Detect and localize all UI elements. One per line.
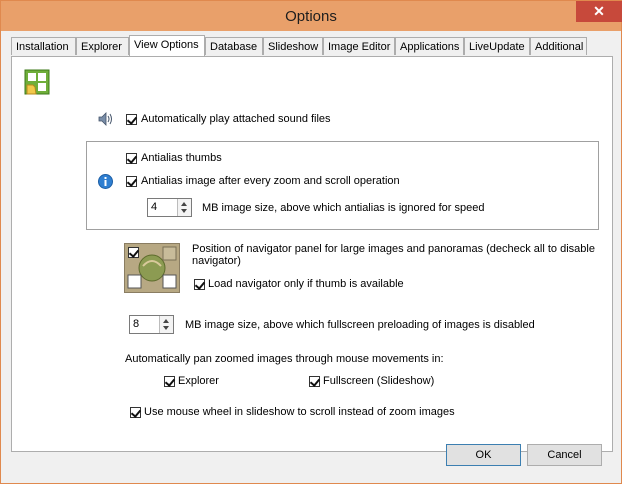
tab-database[interactable]: Database [205,37,263,55]
auto-pan-heading: Automatically pan zoomed images through … [125,353,444,365]
info-icon [98,174,113,189]
tab-slideshow[interactable]: Slideshow [263,37,323,55]
navigator-thumb-only-label: Load navigator only if thumb is availabl… [208,278,404,290]
spin-down-icon[interactable] [163,326,169,330]
tab-view-options[interactable]: View Options [129,35,205,56]
pan-fullscreen-label: Fullscreen (Slideshow) [323,375,435,387]
tab-installation[interactable]: Installation [11,37,76,55]
navigator-top-left-checkbox[interactable] [128,247,139,258]
mouse-wheel-checkbox[interactable] [130,407,141,418]
antialias-size-arrows[interactable] [177,199,191,216]
dialog-client-area: Installation Explorer View Options Datab… [8,31,615,477]
tab-explorer[interactable]: Explorer [76,37,129,55]
preload-size-arrows[interactable] [159,316,173,333]
antialias-zoom-checkbox[interactable] [126,176,137,187]
pan-explorer-label: Explorer [178,375,219,387]
antialias-thumbs-label: Antialias thumbs [141,152,222,164]
spin-down-icon[interactable] [181,209,187,213]
view-options-page-icon [24,69,50,95]
spin-up-icon[interactable] [163,319,169,323]
title-bar[interactable]: Options ✕ [1,1,622,31]
navigator-thumb-only-checkbox[interactable] [194,279,205,290]
navigator-position-image [124,243,180,293]
tab-additional[interactable]: Additional [530,37,587,55]
auto-play-sound-checkbox[interactable] [126,114,137,125]
preload-size-label: MB image size, above which fullscreen pr… [185,319,535,331]
window-title: Options [285,8,337,25]
auto-play-sound-label: Automatically play attached sound files [141,113,331,125]
tab-liveupdate[interactable]: LiveUpdate [464,37,530,55]
antialias-size-spinner[interactable]: 4 [147,198,192,217]
options-window: Options ✕ Installation Explorer View Opt… [0,0,622,484]
close-button[interactable]: ✕ [576,1,622,22]
antialias-size-label: MB image size, above which antialias is … [202,202,485,214]
pan-fullscreen-checkbox[interactable] [309,376,320,387]
tab-image-editor[interactable]: Image Editor [323,37,395,55]
speaker-icon [98,112,114,126]
antialias-zoom-label: Antialias image after every zoom and scr… [141,175,400,187]
mouse-wheel-label: Use mouse wheel in slideshow to scroll i… [144,406,455,418]
antialias-size-value: 4 [151,201,158,213]
pan-explorer-checkbox[interactable] [164,376,175,387]
ok-button[interactable]: OK [446,444,521,466]
navigator-description: Position of navigator panel for large im… [192,243,595,267]
spin-up-icon[interactable] [181,202,187,206]
cancel-button[interactable]: Cancel [527,444,602,466]
tab-applications[interactable]: Applications [395,37,464,55]
view-options-panel: Automatically play attached sound files … [11,56,613,452]
antialias-thumbs-checkbox[interactable] [126,153,137,164]
preload-size-spinner[interactable]: 8 [129,315,174,334]
preload-size-value: 8 [133,318,140,330]
